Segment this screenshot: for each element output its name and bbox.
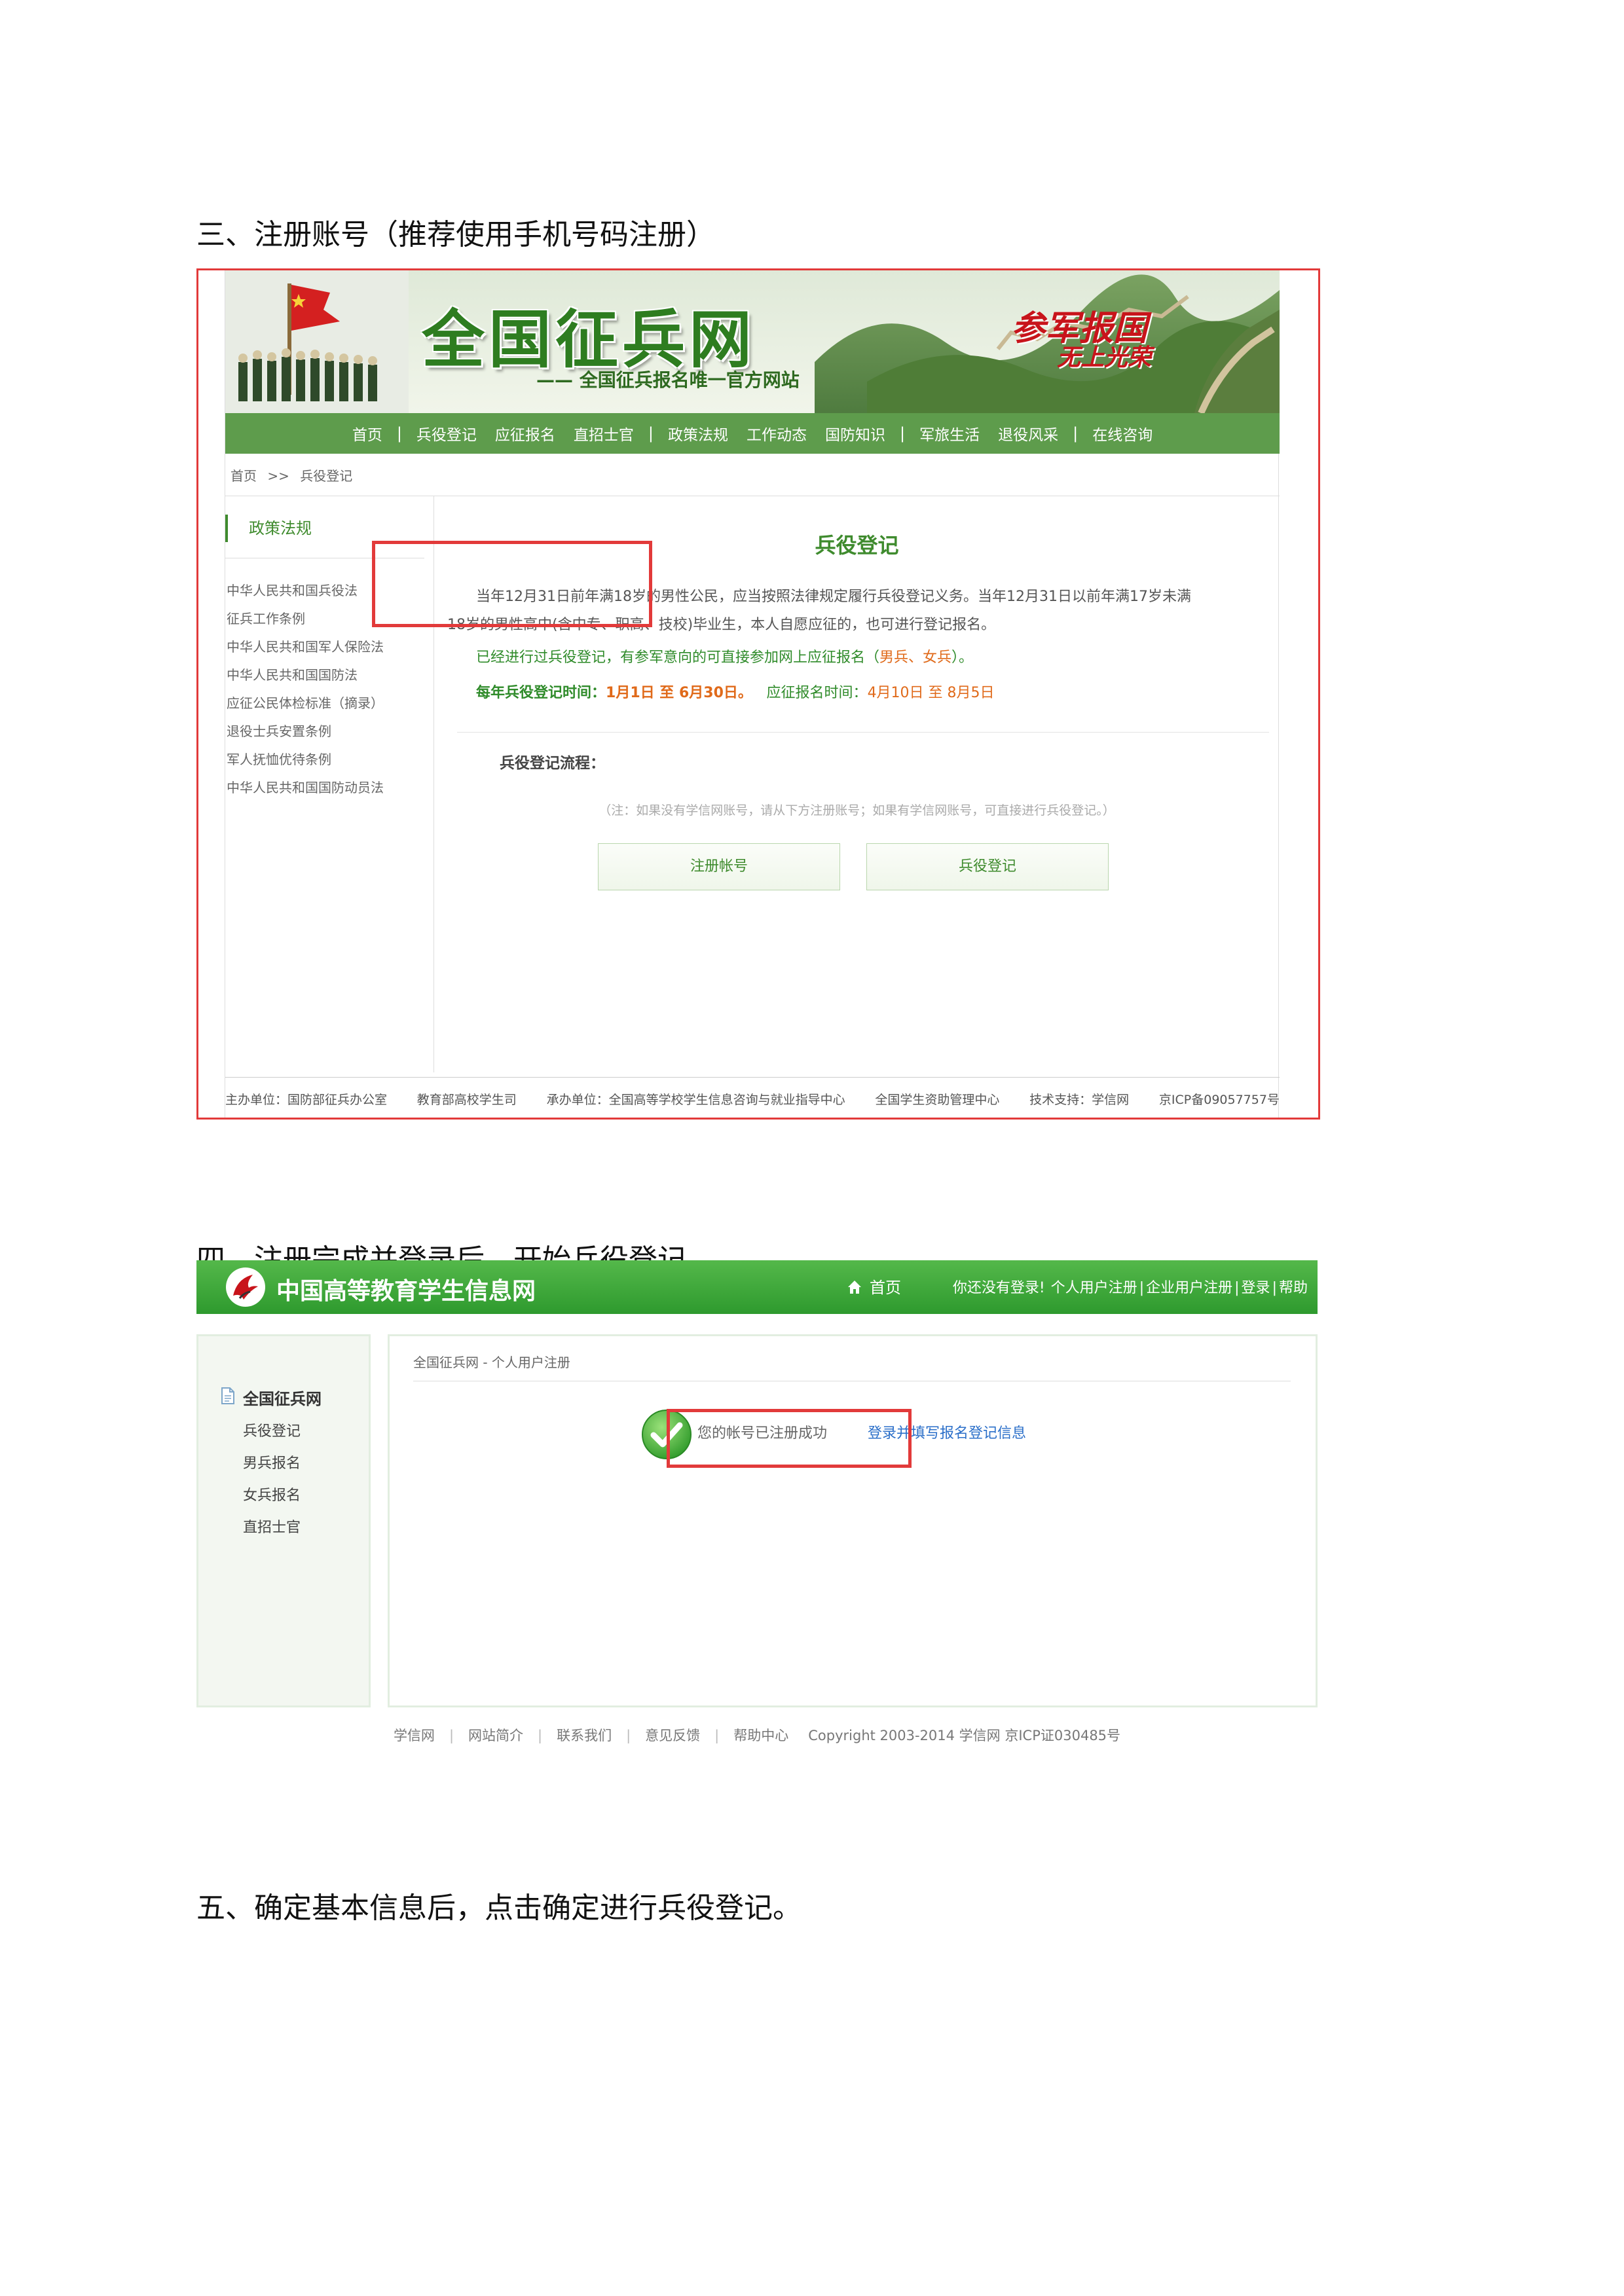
gender-enlist-link[interactable]: 男兵、女兵 <box>879 649 951 666</box>
step-5-heading: 五、确定基本信息后，点击确定进行兵役登记。 <box>196 1891 802 1925</box>
login-link-top[interactable]: 登录 <box>1242 1280 1270 1296</box>
nav-separator: | <box>648 424 654 443</box>
nav-separator: | <box>900 424 906 443</box>
footer-icp: 京ICP备09057757号 <box>1158 1093 1280 1107</box>
nav-policy[interactable]: 政策法规 <box>659 422 737 445</box>
nav-separator: | <box>396 424 402 443</box>
breadcrumb-home[interactable]: 首页 <box>231 468 257 484</box>
footer-separator: | <box>714 1728 720 1743</box>
highlight-box-login <box>667 1409 912 1468</box>
site-footer: 主办单位：国防部征兵办公室 教育部高校学生司 承办单位：全国高等学校学生信息咨询… <box>225 1090 1280 1108</box>
sidebar-link[interactable]: 中华人民共和国国防法 <box>227 665 358 683</box>
sidebar-link[interactable]: 征兵工作条例 <box>227 608 305 627</box>
copyright: Copyright 2003-2014 学信网 京ICP证030485号 <box>808 1728 1121 1743</box>
user-links: 你还没有登录! 个人用户注册 | 企业用户注册 | 登录 | 帮助 <box>952 1276 1308 1297</box>
breadcrumb: 全国征兵网 - 个人用户注册 <box>413 1355 570 1370</box>
nav-home[interactable]: 首页 <box>343 422 392 445</box>
footer-link[interactable]: 学信网 <box>394 1728 435 1743</box>
sidebar-link-female[interactable]: 女兵报名 <box>243 1484 301 1504</box>
time-line: 每年兵役登记时间：1月1日 至 6月30日。 应征报名时间：4月10日 至 8月… <box>476 681 995 702</box>
breadcrumb: 首页 >> 兵役登记 <box>231 465 359 484</box>
footer-link[interactable]: 联系我们 <box>557 1728 612 1743</box>
sidebar-link[interactable]: 退役士兵安置条例 <box>227 721 331 740</box>
divider <box>457 732 1269 733</box>
register-account-button[interactable]: 注册帐号 <box>598 843 840 890</box>
divider <box>225 1077 1280 1078</box>
chsi-site-name[interactable]: 中国高等教育学生信息网 <box>276 1272 536 1306</box>
intro-line-3-text: 已经进行过兵役登记，有参军意向的可直接参加网上应征报名（ <box>476 649 880 666</box>
sidebar-link[interactable]: 军人抚恤优待条例 <box>227 749 331 768</box>
nav-consult[interactable]: 在线咨询 <box>1083 422 1162 445</box>
footer-sponsor: 主办单位：国防部征兵办公室 <box>225 1093 388 1107</box>
sidebar-link-male[interactable]: 男兵报名 <box>243 1451 301 1472</box>
chsi-sidebar: 全国征兵网 兵役登记 男兵报名 女兵报名 直招士官 <box>196 1334 371 1707</box>
time-label: 每年兵役登记时间： <box>476 685 606 701</box>
sidebar-link[interactable]: 中华人民共和国军人保险法 <box>227 636 384 655</box>
chsi-topbar: 中国高等教育学生信息网 首页 你还没有登录! 个人用户注册 | 企业用户注册 | 登录 |… <box>196 1260 1318 1314</box>
company-register-link[interactable]: 企业用户注册 <box>1146 1280 1232 1296</box>
footer-separator: | <box>538 1728 543 1743</box>
link-separator: | <box>1234 1280 1240 1296</box>
footer-organizer: 承办单位：全国高等学校学生信息咨询与就业指导中心 <box>546 1093 845 1107</box>
site-slogan: —— 全国征兵报名唯一官方网站 <box>536 369 800 391</box>
personal-register-link[interactable]: 个人用户注册 <box>1051 1280 1137 1296</box>
nav-enlist[interactable]: 应征报名 <box>486 422 564 445</box>
screenshot-conscription-site: 全国征兵网 —— 全国征兵报名唯一官方网站 参军报国 无上光荣 首页 | 兵役登… <box>196 268 1320 1120</box>
help-link[interactable]: 帮助 <box>1279 1280 1308 1296</box>
footer-sponsor-2: 教育部高校学生司 <box>416 1093 517 1107</box>
highlight-box-register <box>372 541 652 627</box>
sidebar-link[interactable]: 中华人民共和国兵役法 <box>227 580 358 599</box>
banner-motto-line2: 无上光荣 <box>1057 344 1152 371</box>
nav-news[interactable]: 工作动态 <box>737 422 816 445</box>
site-banner: 全国征兵网 —— 全国征兵报名唯一官方网站 参军报国 无上光荣 <box>225 270 1280 413</box>
enlist-value: 4月10日 至 8月5日 <box>867 685 995 701</box>
sidebar-title: 政策法规 <box>225 515 422 542</box>
step-3-heading: 三、注册账号（推荐使用手机号码注册） <box>196 218 715 251</box>
chsi-logo-icon <box>226 1267 265 1307</box>
link-separator: | <box>1139 1280 1145 1296</box>
footer-separator: | <box>449 1728 454 1743</box>
nav-bingyi-register[interactable]: 兵役登记 <box>407 422 486 445</box>
link-separator: | <box>1272 1280 1277 1296</box>
time-value: 1月1日 至 6月30日。 <box>606 685 752 701</box>
intro-line-3-end: ）。 <box>951 649 974 666</box>
nav-veterans[interactable]: 退役风采 <box>989 422 1067 445</box>
enlist-label: 应征报名时间： <box>766 685 868 701</box>
footer-link[interactable]: 帮助中心 <box>733 1728 788 1743</box>
sidebar-title[interactable]: 全国征兵网 <box>243 1386 322 1409</box>
breadcrumb-separator: >> <box>267 468 289 484</box>
footer-organizer-2: 全国学生资助管理中心 <box>875 1093 1000 1107</box>
sidebar-link-bingyi[interactable]: 兵役登记 <box>243 1419 301 1440</box>
sidebar-link-nco[interactable]: 直招士官 <box>243 1516 301 1537</box>
nav-direct-nco[interactable]: 直招士官 <box>564 422 643 445</box>
chsi-footer: 学信网 | 网站简介 | 联系我们 | 意见反馈 | 帮助中心 Copyright 2003-20… <box>196 1725 1318 1745</box>
home-link[interactable]: 首页 <box>870 1275 901 1298</box>
flow-label: 兵役登记流程： <box>500 755 605 772</box>
sidebar-link[interactable]: 应征公民体检标准（摘录） <box>227 693 384 712</box>
screenshot-chsi-site: 中国高等教育学生信息网 首页 你还没有登录! 个人用户注册 | 企业用户注册 | 登录 |… <box>196 1260 1318 1791</box>
nav-defense[interactable]: 国防知识 <box>816 422 895 445</box>
not-logged-in-text: 你还没有登录! <box>952 1280 1045 1296</box>
intro-line-3: 已经进行过兵役登记，有参军意向的可直接参加网上应征报名（男兵、女兵）。 <box>476 646 973 666</box>
footer-link[interactable]: 网站简介 <box>468 1728 523 1743</box>
nav-separator: | <box>1073 424 1079 443</box>
flow-note: （注：如果没有学信网账号，请从下方注册账号；如果有学信网账号，可直接进行兵役登记… <box>599 803 1115 818</box>
footer-tech-support: 技术支持：学信网 <box>1029 1093 1130 1107</box>
document-icon <box>221 1387 234 1404</box>
nav-military-life[interactable]: 军旅生活 <box>910 422 989 445</box>
footer-link[interactable]: 意见反馈 <box>645 1728 700 1743</box>
sidebar-link[interactable]: 中华人民共和国国防动员法 <box>227 777 384 796</box>
breadcrumb-current: 兵役登记 <box>300 468 353 484</box>
footer-separator: | <box>626 1728 631 1743</box>
conscription-site: 全国征兵网 —— 全国征兵报名唯一官方网站 参军报国 无上光荣 首页 | 兵役登… <box>225 270 1280 1118</box>
home-icon[interactable] <box>846 1279 863 1296</box>
main-nav: 首页 | 兵役登记 应征报名 直招士官 | 政策法规 工作动态 国防知识 | 军… <box>225 413 1280 454</box>
bingyi-register-button[interactable]: 兵役登记 <box>866 843 1109 890</box>
chsi-main-panel: 全国征兵网 - 个人用户注册 您的帐号已注册成功 登录并填写报名登记信息 <box>388 1334 1318 1707</box>
